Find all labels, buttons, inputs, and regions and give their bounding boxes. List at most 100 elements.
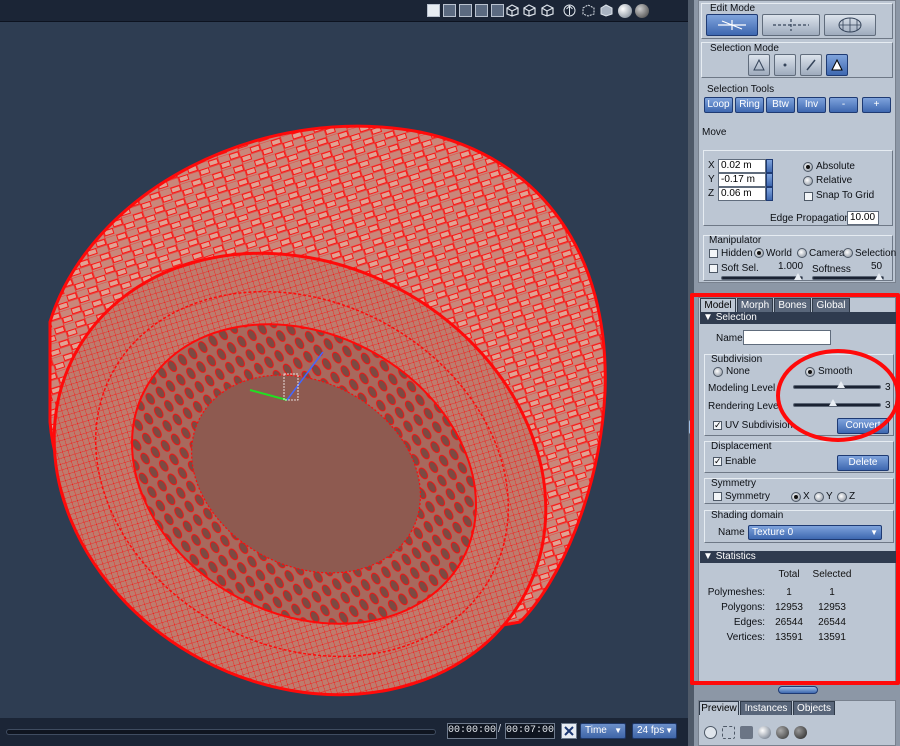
pane-resize-handle[interactable] <box>778 686 818 694</box>
tab-global[interactable]: Global <box>812 298 850 312</box>
edit-sculpt-button[interactable] <box>824 14 876 36</box>
point-select-icon <box>783 63 787 67</box>
wireframe-mode-icon[interactable] <box>522 4 537 17</box>
world-radio[interactable] <box>754 248 764 258</box>
displacement-enable-checkbox[interactable]: ✓ <box>713 457 722 466</box>
dark-sphere-icon[interactable] <box>794 726 807 739</box>
edit-move-button[interactable] <box>762 14 820 36</box>
softness-slider-thumb[interactable] <box>875 273 883 280</box>
name-field[interactable] <box>743 330 831 345</box>
displacement-title: Displacement <box>711 441 772 452</box>
gray-sphere-icon[interactable] <box>635 4 649 18</box>
shrink-selection-button[interactable]: - <box>829 97 858 113</box>
rendering-level-slider[interactable] <box>793 403 881 407</box>
edge-select-button[interactable] <box>800 54 822 76</box>
four-view-icon[interactable] <box>443 4 456 17</box>
edit-mode-title: Edit Mode <box>710 3 756 14</box>
shaded-mode-icon[interactable] <box>540 4 555 17</box>
time-mode-select[interactable]: Time ▼ <box>580 723 626 739</box>
loop-button[interactable]: Loop <box>704 97 733 113</box>
tab-objects[interactable]: Objects <box>793 701 835 715</box>
selection-section-header[interactable]: ▼ Selection <box>700 312 896 324</box>
modeling-level-value: 3 <box>885 382 891 393</box>
camera-label: Camera <box>809 248 845 259</box>
modeling-level-slider-thumb[interactable] <box>837 381 846 388</box>
bounding-box-icon[interactable] <box>722 726 735 739</box>
selection-mode-title: Selection Mode <box>710 43 779 54</box>
relative-radio[interactable] <box>803 176 813 186</box>
gray-sphere-icon[interactable] <box>776 726 789 739</box>
tab-morph[interactable]: Morph <box>737 298 773 312</box>
tab-preview[interactable]: Preview <box>699 701 739 715</box>
timeline-bar: 00:00:00 / 00:07:00 Time ▼ 24 fps ▼ <box>0 718 688 746</box>
uv-subdivision-checkbox[interactable]: ✓ <box>713 421 722 430</box>
edit-mesh-button[interactable] <box>706 14 758 36</box>
current-time-field[interactable]: 00:00:00 <box>447 723 497 739</box>
snap-to-grid-checkbox[interactable] <box>804 192 813 201</box>
symmetry-label: Symmetry <box>725 491 770 502</box>
bounding-box-icon[interactable] <box>581 4 596 17</box>
end-time-field[interactable]: 00:07:00 <box>505 723 555 739</box>
two-view-icon[interactable] <box>459 4 472 17</box>
solid-cube-icon[interactable] <box>599 4 614 17</box>
shading-domain-title: Shading domain <box>711 510 784 521</box>
softness-slider[interactable] <box>812 276 884 280</box>
absolute-radio[interactable] <box>803 162 813 172</box>
delete-button[interactable]: Delete <box>837 455 889 471</box>
soft-sel-value: 1.000 <box>778 261 804 272</box>
rendering-level-slider-thumb[interactable] <box>828 399 837 406</box>
single-view-icon[interactable] <box>427 4 440 17</box>
tab-instances[interactable]: Instances <box>740 701 792 715</box>
z-spinner[interactable] <box>766 187 773 201</box>
move-view-icon[interactable] <box>563 4 576 17</box>
display-mode-icon[interactable] <box>505 4 520 17</box>
properties-panel: Edit Mode Selection Mode Selection Tools… <box>694 0 900 746</box>
rendering-level-label: Rendering Level <box>708 401 781 412</box>
hidden-label: Hidden <box>721 248 753 259</box>
fps-select[interactable]: 24 fps ▼ <box>632 723 677 739</box>
none-radio[interactable] <box>713 367 723 377</box>
soft-sel-slider-thumb[interactable] <box>794 273 802 280</box>
vertex-select-button[interactable] <box>748 54 770 76</box>
solid-cube-icon[interactable] <box>740 726 753 739</box>
shaded-sphere-icon[interactable] <box>618 4 632 18</box>
move-view-icon[interactable] <box>704 726 717 739</box>
edge-propagation-field[interactable]: 10.00 <box>847 211 879 225</box>
selection-radio[interactable] <box>843 248 853 258</box>
ring-button[interactable]: Ring <box>735 97 764 113</box>
symmetry-x-radio[interactable] <box>791 492 801 502</box>
3d-viewport[interactable] <box>0 22 688 718</box>
smooth-radio[interactable] <box>805 367 815 377</box>
hidden-checkbox[interactable] <box>709 249 718 258</box>
y-spinner[interactable] <box>766 173 773 187</box>
symmetry-checkbox[interactable] <box>713 492 722 501</box>
timeline-scrubber[interactable] <box>6 729 436 735</box>
symmetry-z-radio[interactable] <box>837 492 847 502</box>
invert-button[interactable]: Inv <box>797 97 826 113</box>
three-view-icon[interactable] <box>475 4 488 17</box>
shading-domain-select[interactable]: Texture 0 ▼ <box>748 525 882 540</box>
x-field[interactable]: 0.02 m <box>718 159 766 173</box>
symmetry-y-radio[interactable] <box>814 492 824 502</box>
statistics-section-header[interactable]: ▼ Statistics <box>700 551 896 563</box>
polygons-selected: 12953 <box>818 602 846 613</box>
tab-bones[interactable]: Bones <box>774 298 811 312</box>
grow-selection-button[interactable]: + <box>862 97 891 113</box>
point-select-button[interactable] <box>774 54 796 76</box>
between-button[interactable]: Btw <box>766 97 795 113</box>
shaded-sphere-icon[interactable] <box>758 726 771 739</box>
z-field[interactable]: 0.06 m <box>718 187 766 201</box>
convert-button[interactable]: Convert <box>837 418 889 434</box>
polygon-select-button[interactable] <box>826 54 848 76</box>
splitter-handle[interactable] <box>689 420 693 434</box>
selection-section-title: Selection <box>715 312 757 323</box>
close-timeline-button[interactable] <box>561 723 577 739</box>
x-spinner[interactable] <box>766 159 773 173</box>
tab-model[interactable]: Model <box>700 298 736 312</box>
soft-selection-checkbox[interactable] <box>709 264 718 273</box>
camera-radio[interactable] <box>797 248 807 258</box>
y-field[interactable]: -0.17 m <box>718 173 766 187</box>
side-view-icon[interactable] <box>491 4 504 17</box>
soft-sel-slider[interactable] <box>721 276 803 280</box>
selection-tools-title: Selection Tools <box>707 84 775 95</box>
